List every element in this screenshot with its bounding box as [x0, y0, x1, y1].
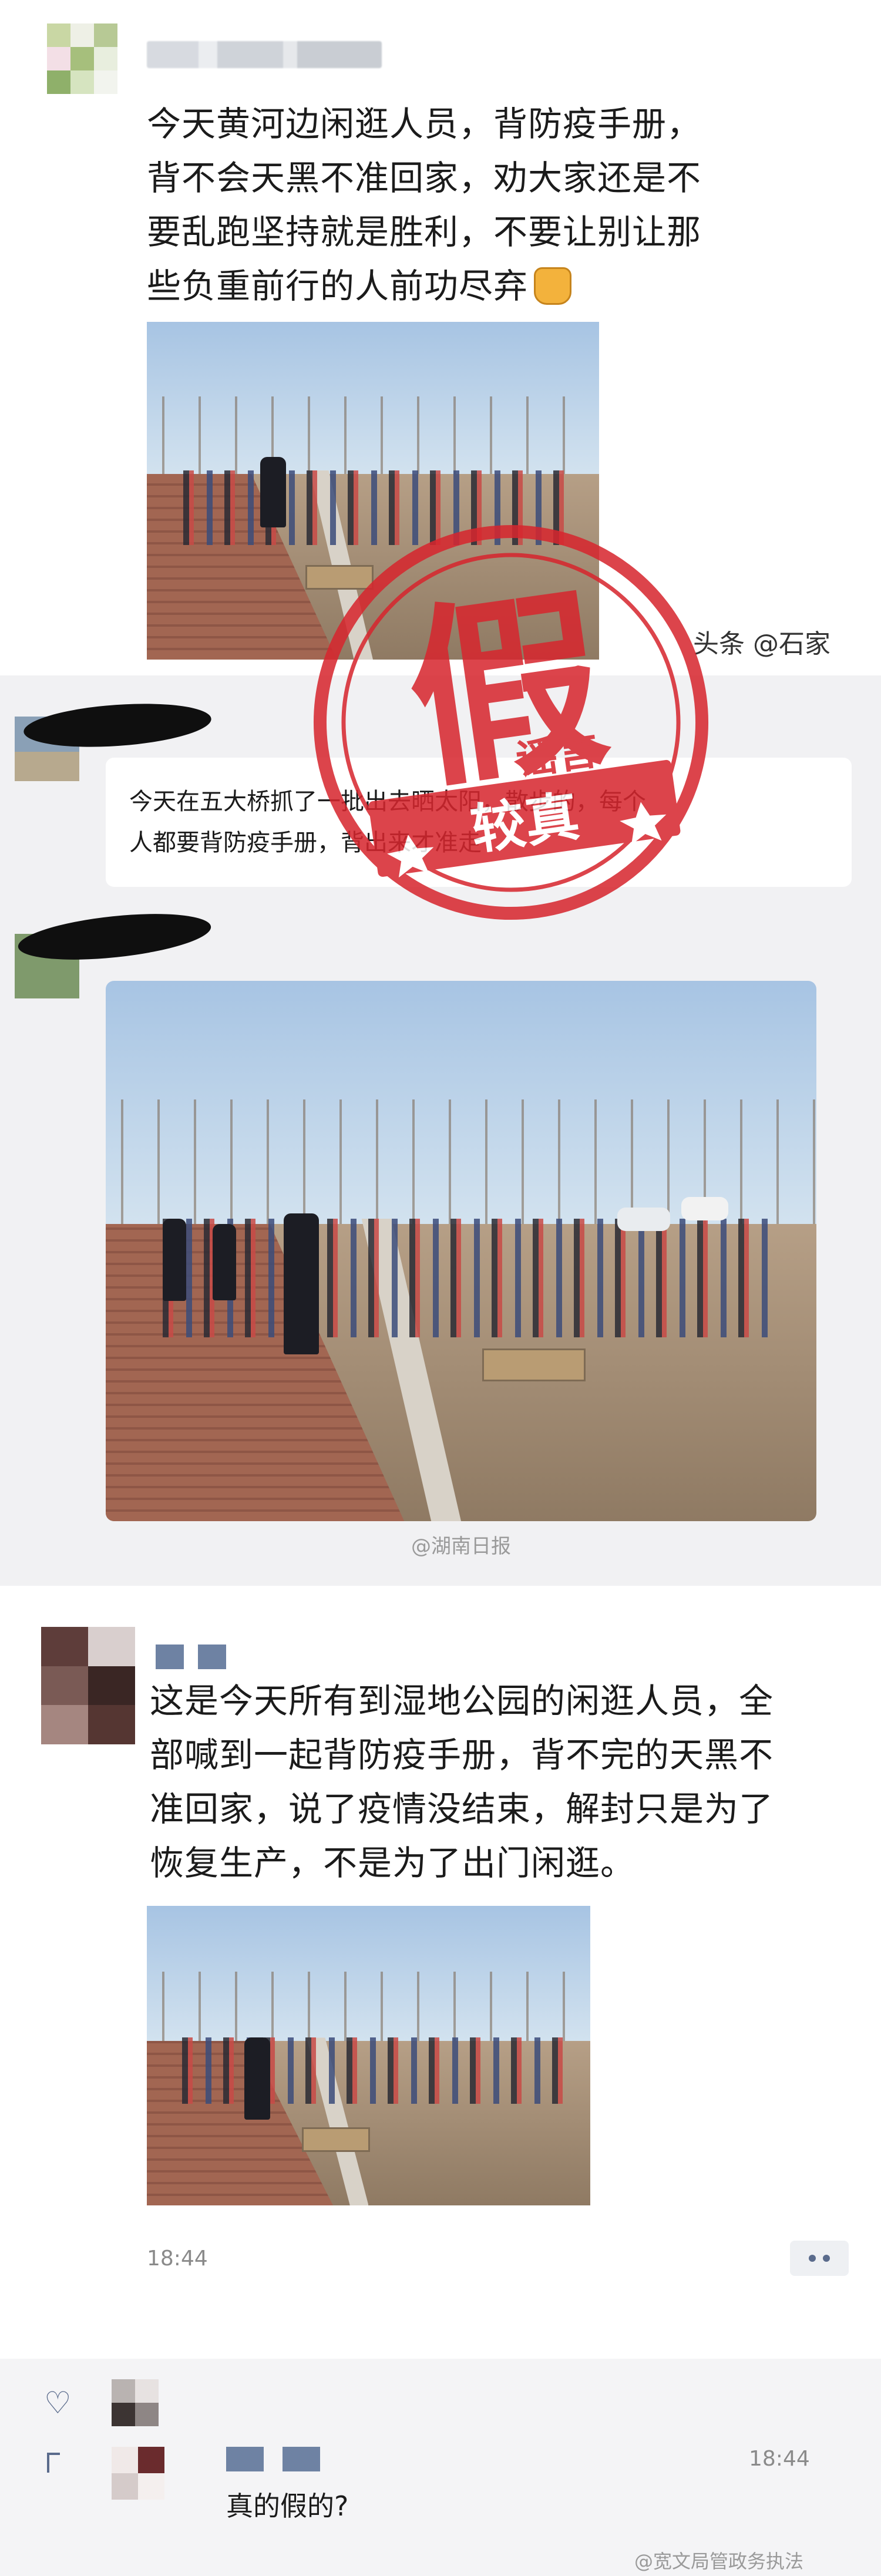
weibo-watermark: @湖南日报: [411, 1535, 511, 1558]
chat-photo-bubble[interactable]: [106, 981, 816, 1521]
fake-news-stamp: 假 谣言 较真: [285, 497, 737, 948]
moments-post-2: 这是今天所有到湿地公园的闲逛人员，全 部喊到一起背防疫手册，背不完的天黑不 准回…: [0, 1586, 881, 2359]
post-text-line: 恢复生产，不是为了出门闲逛。: [150, 1843, 635, 1883]
dot-icon: [823, 2255, 830, 2262]
reply-icon: [47, 2453, 60, 2473]
stamp-main-char: 假: [395, 566, 618, 816]
avatar[interactable]: [112, 2379, 159, 2426]
post-text-line: 这是今天所有到湿地公园的闲逛人员，全: [150, 1681, 774, 1721]
avatar[interactable]: [47, 23, 117, 94]
user-name-blurred[interactable]: [147, 41, 382, 68]
post-text-line: 要乱跑坚持就是胜利，不要让别让那: [147, 212, 702, 252]
weibo-watermark: @宽文局管政务执法: [634, 2550, 804, 2572]
comments-area: ♡ 18:44 真的假的? @宽文局管政务执法: [0, 2359, 881, 2576]
post-photo[interactable]: [147, 1906, 590, 2205]
comment-time: 18:44: [749, 2447, 810, 2471]
photo-watermark: 头条 @石家: [693, 629, 830, 659]
fist-emoji-icon: [534, 267, 572, 305]
post-text-line: 部喊到一起背防疫手册，背不完的天黑不: [150, 1735, 774, 1775]
post-text-line: 今天黄河边闲逛人员，背防疫手册，: [147, 104, 702, 144]
post-text: 今天黄河边闲逛人员，背防疫手册， 背不会天黑不准回家，劝大家还是不 要乱跑坚持就…: [147, 97, 822, 313]
name-scribble: [16, 906, 213, 968]
avatar[interactable]: [112, 2447, 164, 2500]
post-text-line: 背不会天黑不准回家，劝大家还是不: [147, 158, 702, 198]
user-name-blurred[interactable]: [156, 1645, 226, 1669]
dot-icon: [809, 2255, 816, 2262]
avatar[interactable]: [41, 1627, 135, 1744]
name-scribble: [22, 698, 213, 753]
commenter-name-blurred[interactable]: [226, 2447, 320, 2471]
more-options-button[interactable]: [790, 2241, 849, 2276]
heart-icon[interactable]: ♡: [44, 2386, 72, 2421]
chat-photo[interactable]: [106, 981, 816, 1521]
post-text: 这是今天所有到湿地公园的闲逛人员，全 部喊到一起背防疫手册，背不完的天黑不 准回…: [150, 1674, 855, 1890]
post-text-line: 些负重前行的人前功尽弃: [147, 266, 529, 306]
comment-text: 真的假的?: [226, 2490, 349, 2522]
post-time: 18:44: [147, 2247, 208, 2271]
post-text-line: 准回家，说了疫情没结束，解封只是为了: [150, 1789, 774, 1829]
